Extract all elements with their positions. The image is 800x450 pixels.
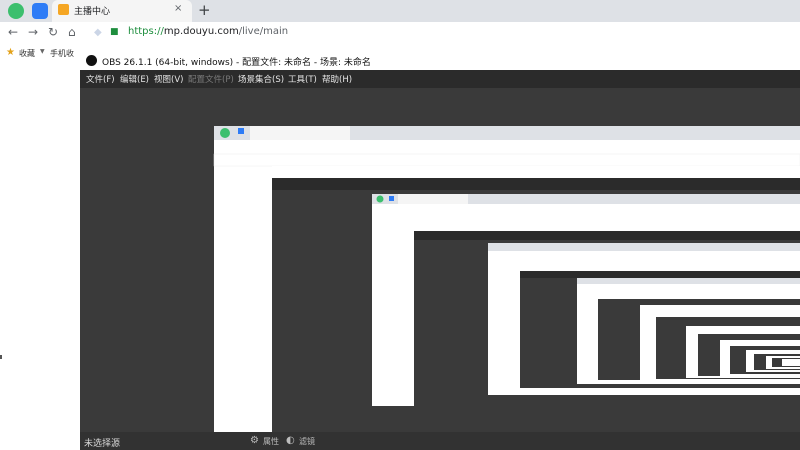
no-source-selected-label: 未选择源 bbox=[84, 439, 121, 449]
bookmarks-label[interactable]: 收藏 bbox=[19, 48, 35, 59]
obs-preview-canvas[interactable] bbox=[80, 88, 800, 432]
page-content bbox=[0, 64, 80, 450]
navigation-bar: ← → ↻ ⌂ ◆ ■ https://mp.douyu.com/live/ma… bbox=[0, 22, 800, 44]
chevron-down-icon[interactable]: ▼ bbox=[40, 48, 45, 55]
menu-profile[interactable]: 配置文件(P) bbox=[188, 73, 234, 85]
tab-douyu-streamer-center[interactable]: 主播中心 × bbox=[52, 0, 192, 22]
browser-tab-strip: 主播中心 × + bbox=[0, 0, 800, 22]
gear-icon: ⚙ bbox=[250, 435, 259, 446]
forward-icon[interactable]: → bbox=[28, 25, 38, 39]
tab-title: 主播中心 bbox=[74, 7, 111, 17]
mobile-bookmarks-item[interactable]: 手机收 bbox=[50, 48, 74, 59]
home-icon[interactable]: ⌂ bbox=[68, 25, 76, 39]
obs-titlebar[interactable]: OBS 26.1.1 (64-bit, windows) - 配置文件: 未命名… bbox=[80, 52, 800, 70]
star-icon[interactable]: ★ bbox=[6, 47, 15, 58]
filters-button[interactable]: ◐ 滤镜 bbox=[284, 433, 320, 449]
url-path: /live/main bbox=[238, 26, 289, 37]
new-tab-button[interactable]: + bbox=[198, 1, 211, 19]
obs-menubar: 文件(F) 编辑(E) 视图(V) 配置文件(P) 场景集合(S) 工具(T) … bbox=[80, 70, 800, 88]
reload-icon[interactable]: ↻ bbox=[48, 25, 58, 39]
url-text: https://mp.douyu.com/live/main bbox=[128, 26, 288, 37]
filter-icon: ◐ bbox=[286, 435, 295, 446]
menu-help[interactable]: 帮助(H) bbox=[322, 73, 352, 85]
properties-label: 属性 bbox=[263, 437, 279, 446]
close-tab-icon[interactable]: × bbox=[174, 3, 182, 14]
divider bbox=[0, 355, 2, 359]
lock-icon: ■ bbox=[110, 27, 119, 37]
menu-tools[interactable]: 工具(T) bbox=[288, 73, 317, 85]
menu-file[interactable]: 文件(F) bbox=[86, 73, 115, 85]
shield-icon: ◆ bbox=[94, 27, 102, 38]
pinned-tab-icon[interactable] bbox=[32, 3, 48, 19]
properties-button[interactable]: ⚙ 属性 bbox=[248, 433, 284, 449]
obs-window-title: OBS 26.1.1 (64-bit, windows) - 配置文件: 未命名… bbox=[102, 58, 371, 68]
menu-view[interactable]: 视图(V) bbox=[154, 73, 183, 85]
url-host: mp.douyu.com bbox=[163, 26, 239, 37]
menu-scene-collection[interactable]: 场景集合(S) bbox=[238, 73, 284, 85]
filters-label: 滤镜 bbox=[299, 437, 315, 446]
address-bar[interactable]: ◆ ■ https://mp.douyu.com/live/main bbox=[88, 24, 788, 42]
url-scheme: https:// bbox=[128, 26, 164, 37]
obs-status-bar: 未选择源 ⚙ 属性 ◐ 滤镜 bbox=[80, 432, 800, 450]
360-browser-icon[interactable] bbox=[8, 3, 24, 19]
menu-edit[interactable]: 编辑(E) bbox=[120, 73, 149, 85]
obs-logo-icon bbox=[86, 55, 97, 66]
douyu-favicon-icon bbox=[58, 4, 69, 15]
back-icon[interactable]: ← bbox=[8, 25, 18, 39]
obs-window: OBS 26.1.1 (64-bit, windows) - 配置文件: 未命名… bbox=[80, 52, 800, 450]
